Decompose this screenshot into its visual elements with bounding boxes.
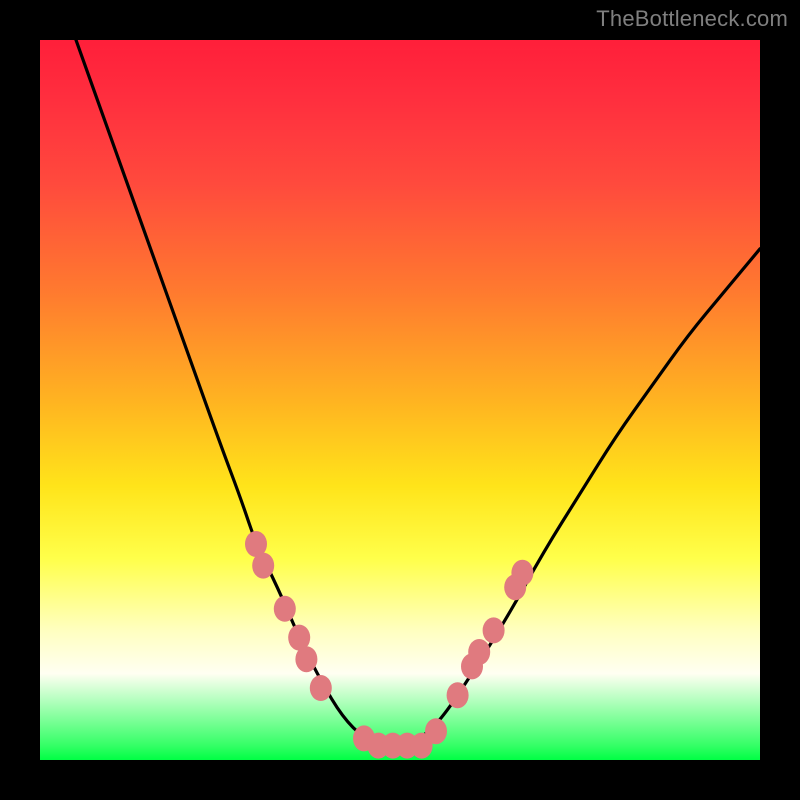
curve-dot xyxy=(447,682,469,708)
curve-dot xyxy=(483,617,505,643)
curve-dot xyxy=(274,596,296,622)
curve-dot xyxy=(252,553,274,579)
curve-dot xyxy=(511,560,533,586)
watermark-text: TheBottleneck.com xyxy=(596,6,788,32)
curve-layer xyxy=(40,40,760,760)
curve-dot xyxy=(310,675,332,701)
curve-dot xyxy=(295,646,317,672)
chart-frame: TheBottleneck.com xyxy=(0,0,800,800)
curve-dot xyxy=(425,718,447,744)
bottleneck-curve xyxy=(76,40,760,746)
plot-area xyxy=(40,40,760,760)
curve-dot xyxy=(468,639,490,665)
